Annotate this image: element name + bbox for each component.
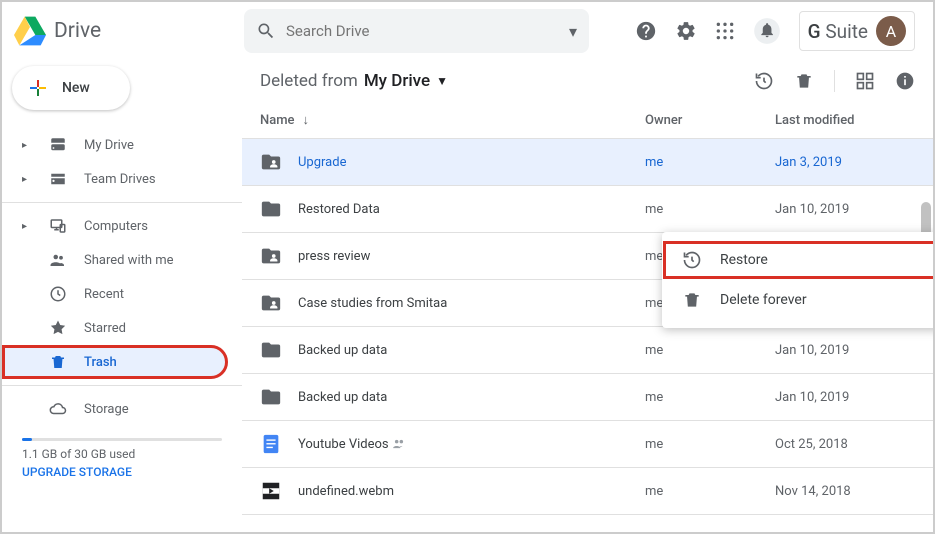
file-date: Jan 3, 2019 xyxy=(775,155,915,170)
table-header: Name ↓ Owner Last modified xyxy=(242,102,933,139)
file-date: Jan 10, 2019 xyxy=(775,202,915,217)
storage-bar xyxy=(22,438,222,441)
sidebar-item-my-drive[interactable]: ▸My Drive xyxy=(2,128,228,162)
sidebar-item-trash[interactable]: ▸Trash xyxy=(2,345,228,379)
file-name: Upgrade xyxy=(298,155,645,170)
file-date: Jan 10, 2019 xyxy=(775,390,915,405)
file-name: press review xyxy=(298,249,645,264)
sidebar-item-shared[interactable]: ▸Shared with me xyxy=(2,243,228,277)
file-owner: me xyxy=(645,155,775,170)
table-row[interactable]: Restored DatameJan 10, 2019 xyxy=(242,186,933,233)
col-date[interactable]: Last modified xyxy=(775,113,915,128)
logo[interactable]: Drive xyxy=(14,15,244,47)
file-date: Oct 25, 2018 xyxy=(775,437,915,452)
breadcrumb[interactable]: Deleted from My Drive ▼ xyxy=(260,71,448,91)
recent-icon xyxy=(48,285,68,303)
chevron-down-icon: ▼ xyxy=(436,74,448,88)
new-button-label: New xyxy=(62,80,90,96)
file-icon xyxy=(260,198,284,220)
sidebar-item-team-drives[interactable]: ▸Team Drives xyxy=(2,162,228,196)
restore-icon xyxy=(682,250,702,270)
file-date: Jan 10, 2019 xyxy=(775,343,915,358)
notifications-icon[interactable] xyxy=(753,17,781,45)
search-dropdown-icon[interactable]: ▾ xyxy=(569,22,577,41)
logo-text: Drive xyxy=(54,19,101,43)
col-name[interactable]: Name xyxy=(260,113,295,128)
file-icon xyxy=(260,480,284,502)
context-menu: Restore Delete forever xyxy=(662,232,933,328)
restore-toolbar-icon[interactable] xyxy=(754,71,774,91)
file-icon xyxy=(260,339,284,361)
file-icon xyxy=(260,151,284,173)
file-name: Restored Data xyxy=(298,202,645,217)
menu-restore[interactable]: Restore xyxy=(662,240,933,280)
shared-icon xyxy=(48,251,68,269)
details-icon[interactable] xyxy=(895,71,915,91)
table-row[interactable]: Youtube Videos meOct 25, 2018 xyxy=(242,421,933,468)
sort-arrow-icon[interactable]: ↓ xyxy=(303,112,310,128)
file-owner: me xyxy=(645,484,775,499)
file-owner: me xyxy=(645,390,775,405)
gsuite-badge[interactable]: G Suite A xyxy=(799,11,915,51)
file-name: Backed up data xyxy=(298,390,645,405)
drive-logo-icon xyxy=(14,15,46,47)
sidebar-item-storage[interactable]: ▸Storage xyxy=(2,392,228,426)
cloud-icon xyxy=(48,400,68,418)
search-icon xyxy=(256,21,276,41)
storage-info: 1.1 GB of 30 GB used UPGRADE STORAGE xyxy=(2,426,242,485)
grid-view-icon[interactable] xyxy=(855,71,875,91)
delete-toolbar-icon[interactable] xyxy=(794,71,814,91)
upgrade-storage-link[interactable]: UPGRADE STORAGE xyxy=(22,465,222,479)
main-panel: Deleted from My Drive ▼ Name ↓ Owner Last… xyxy=(242,60,933,532)
file-icon xyxy=(260,433,284,455)
trash-icon xyxy=(682,290,702,310)
gsuite-label: G Suite xyxy=(808,20,868,43)
storage-used-text: 1.1 GB of 30 GB used xyxy=(22,447,222,461)
star-icon xyxy=(48,319,68,337)
menu-delete-forever[interactable]: Delete forever xyxy=(662,280,933,320)
search-input[interactable] xyxy=(286,22,561,40)
file-owner: me xyxy=(645,202,775,217)
file-icon xyxy=(260,386,284,408)
plus-icon xyxy=(26,76,50,100)
sidebar: New ▸My Drive ▸Team Drives ▸Computers ▸S… xyxy=(2,60,242,532)
file-date: Nov 14, 2018 xyxy=(775,484,915,499)
apps-icon[interactable] xyxy=(715,21,735,41)
file-name: Youtube Videos xyxy=(298,437,645,452)
file-icon xyxy=(260,245,284,267)
table-row[interactable]: undefined.webmmeNov 14, 2018 xyxy=(242,468,933,515)
trash-icon xyxy=(48,353,68,371)
computers-icon xyxy=(48,217,68,235)
file-icon xyxy=(260,292,284,314)
file-owner: me xyxy=(645,343,775,358)
avatar[interactable]: A xyxy=(876,16,906,46)
table-row[interactable]: Backed up datameJan 10, 2019 xyxy=(242,327,933,374)
sidebar-item-recent[interactable]: ▸Recent xyxy=(2,277,228,311)
col-owner[interactable]: Owner xyxy=(645,113,775,128)
settings-icon[interactable] xyxy=(675,20,697,42)
table-row[interactable]: Backed up datameJan 10, 2019 xyxy=(242,374,933,421)
file-name: Case studies from Smitaa xyxy=(298,296,645,311)
sidebar-item-starred[interactable]: ▸Starred xyxy=(2,311,228,345)
team-drives-icon xyxy=(48,170,68,188)
table-row[interactable]: UpgrademeJan 3, 2019 xyxy=(242,139,933,186)
sidebar-item-computers[interactable]: ▸Computers xyxy=(2,209,228,243)
search-box[interactable]: ▾ xyxy=(244,9,589,53)
file-name: undefined.webm xyxy=(298,484,645,499)
top-bar: Drive ▾ G Suite A xyxy=(2,2,933,60)
file-name: Backed up data xyxy=(298,343,645,358)
new-button[interactable]: New xyxy=(12,66,130,110)
help-icon[interactable] xyxy=(635,20,657,42)
my-drive-icon xyxy=(48,136,68,154)
file-owner: me xyxy=(645,437,775,452)
